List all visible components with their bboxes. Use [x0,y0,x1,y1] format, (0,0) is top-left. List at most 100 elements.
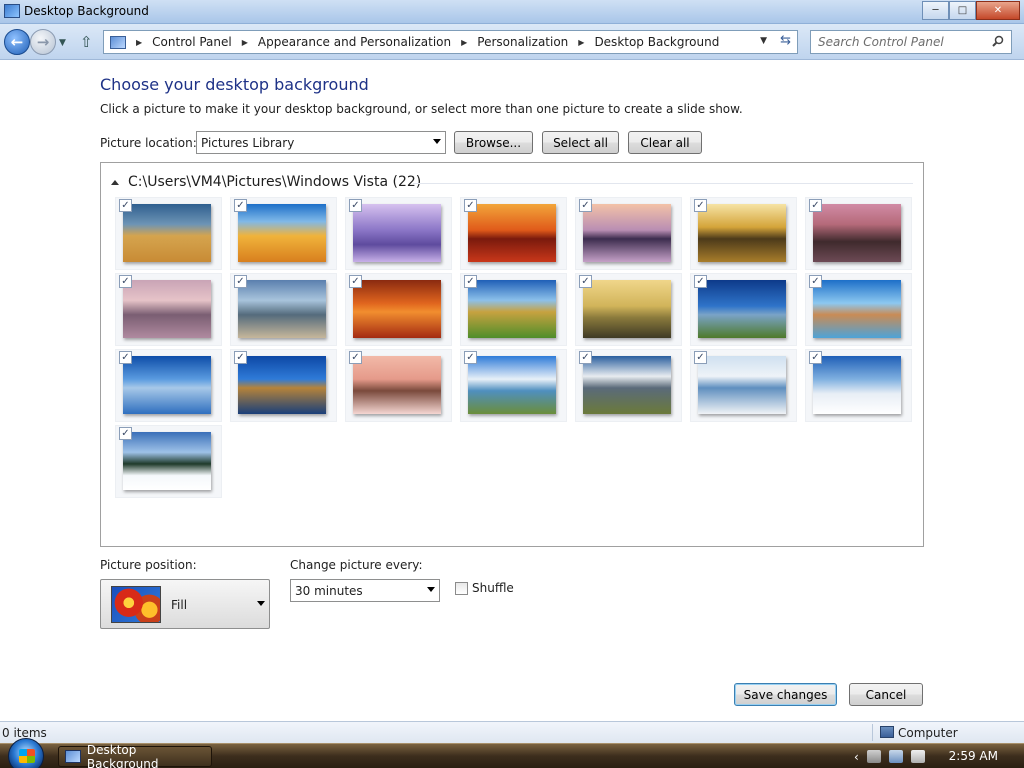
wallpaper-thumbnail[interactable]: ✓ [575,273,682,346]
change-interval-select[interactable]: 30 minutes [290,579,440,602]
address-bar[interactable]: ▶ Control Panel ▶ Appearance and Persona… [103,30,798,54]
start-button[interactable] [8,738,44,768]
group-title: C:\Users\VM4\Pictures\Windows Vista (22) [128,174,422,190]
thumbnail-checkbox[interactable]: ✓ [234,351,247,364]
thumbnail-checkbox[interactable]: ✓ [579,275,592,288]
wallpaper-thumbnail[interactable]: ✓ [115,273,222,346]
thumbnail-checkbox[interactable]: ✓ [234,199,247,212]
thumbnail-checkbox[interactable]: ✓ [464,199,477,212]
close-button[interactable]: ✕ [976,1,1020,20]
recent-pages-dropdown-icon[interactable]: ▼ [59,38,66,48]
select-all-button[interactable]: Select all [542,131,619,154]
cancel-button[interactable]: Cancel [849,683,923,706]
wallpaper-thumbnail[interactable]: ✓ [460,349,567,422]
browse-button[interactable]: Browse... [454,131,533,154]
collapse-caret-icon[interactable] [111,179,119,185]
change-picture-label: Change picture every: [290,558,423,572]
wallpaper-image [468,356,556,414]
wallpaper-thumbnail[interactable]: ✓ [115,349,222,422]
wallpaper-thumbnail[interactable]: ✓ [690,349,797,422]
wallpaper-image [468,204,556,262]
shuffle-checkbox[interactable] [455,581,468,595]
volume-icon[interactable] [866,750,881,763]
wallpaper-thumbnail[interactable]: ✓ [345,273,452,346]
thumbnail-checkbox[interactable]: ✓ [349,275,362,288]
breadcrumb-separator-icon[interactable]: ▶ [461,38,467,47]
wallpaper-thumbnail[interactable]: ✓ [115,197,222,270]
action-center-icon[interactable] [910,750,925,763]
breadcrumb-separator-icon[interactable]: ▶ [136,38,142,47]
thumbnail-checkbox[interactable]: ✓ [464,275,477,288]
wallpaper-thumbnail[interactable]: ✓ [575,197,682,270]
wallpaper-thumbnail[interactable]: ✓ [690,197,797,270]
search-box[interactable] [810,30,1012,54]
wallpaper-thumbnail[interactable]: ✓ [460,197,567,270]
taskbar-window-button[interactable]: Desktop Background [58,742,212,768]
breadcrumb-separator-icon[interactable]: ▶ [578,38,584,47]
thumbnail-checkbox[interactable]: ✓ [809,199,822,212]
thumbnail-checkbox[interactable]: ✓ [349,351,362,364]
picture-position-dropdown[interactable]: Fill [100,579,270,629]
back-button[interactable]: ← [4,29,30,55]
navigation-bar: ← → ▼ ⇧ ▶ Control Panel ▶ Appearance and… [0,24,1024,60]
wallpaper-thumbnail[interactable]: ✓ [805,197,912,270]
clock[interactable]: 2:59 AM [949,749,998,763]
taskbar-window-label: Desktop Background [86,742,159,768]
network-icon[interactable] [888,750,903,763]
thumbnail-checkbox[interactable]: ✓ [234,275,247,288]
wallpaper-thumbnail[interactable]: ✓ [230,349,337,422]
minimize-button[interactable]: ─ [922,1,949,20]
wallpaper-image [123,280,211,338]
thumbnail-checkbox[interactable]: ✓ [694,351,707,364]
page-description: Click a picture to make it your desktop … [100,102,743,116]
wallpaper-image [583,280,671,338]
wallpaper-image [238,204,326,262]
wallpaper-thumbnail[interactable]: ✓ [460,273,567,346]
wallpaper-thumbnail[interactable]: ✓ [805,273,912,346]
thumbnail-checkbox[interactable]: ✓ [809,275,822,288]
status-location: Computer [898,726,958,740]
address-dropdown-icon[interactable]: ▼ [760,36,767,46]
breadcrumb-personalization[interactable]: Personalization [477,35,568,49]
thumbnail-checkbox[interactable]: ✓ [809,351,822,364]
wallpaper-thumbnail[interactable]: ✓ [575,349,682,422]
wallpaper-thumbnail[interactable]: ✓ [805,349,912,422]
shuffle-label: Shuffle [472,581,514,595]
thumbnail-checkbox[interactable]: ✓ [579,199,592,212]
search-input[interactable] [811,31,983,53]
group-header[interactable]: C:\Users\VM4\Pictures\Windows Vista (22) [111,173,421,191]
maximize-button[interactable]: □ [949,1,976,20]
thumbnail-checkbox[interactable]: ✓ [349,199,362,212]
wallpaper-thumbnail[interactable]: ✓ [345,197,452,270]
tray-chevron-icon[interactable]: ‹ [854,750,859,764]
shuffle-option[interactable]: Shuffle [455,581,514,595]
breadcrumb-appearance[interactable]: Appearance and Personalization [258,35,451,49]
thumbnail-checkbox[interactable]: ✓ [119,199,132,212]
thumbnail-checkbox[interactable]: ✓ [464,351,477,364]
wallpaper-thumbnail[interactable]: ✓ [690,273,797,346]
picture-location-select[interactable]: Pictures Library [196,131,446,154]
picture-gallery[interactable]: C:\Users\VM4\Pictures\Windows Vista (22)… [100,162,924,547]
thumbnail-checkbox[interactable]: ✓ [119,275,132,288]
wallpaper-thumbnail[interactable]: ✓ [230,273,337,346]
forward-button[interactable]: → [30,29,56,55]
wallpaper-image [353,204,441,262]
wallpaper-thumbnail[interactable]: ✓ [345,349,452,422]
thumbnail-checkbox[interactable]: ✓ [579,351,592,364]
thumbnail-checkbox[interactable]: ✓ [119,427,132,440]
save-changes-button[interactable]: Save changes [734,683,837,706]
windows-logo-icon [19,749,35,763]
thumbnail-checkbox[interactable]: ✓ [694,275,707,288]
breadcrumb-separator-icon[interactable]: ▶ [242,38,248,47]
clear-all-button[interactable]: Clear all [628,131,702,154]
thumbnail-checkbox[interactable]: ✓ [119,351,132,364]
breadcrumb-control-panel[interactable]: Control Panel [152,35,232,49]
up-arrow-icon[interactable]: ⇧ [80,33,93,51]
refresh-icon[interactable]: ⇆ [780,33,791,48]
wallpaper-thumbnail[interactable]: ✓ [230,197,337,270]
wallpaper-thumbnail[interactable]: ✓ [115,425,222,498]
search-icon[interactable] [992,35,1004,47]
thumbnail-checkbox[interactable]: ✓ [694,199,707,212]
breadcrumb-desktop-background[interactable]: Desktop Background [594,35,719,49]
title-bar[interactable]: Desktop Background ─ □ ✕ [0,0,1024,24]
